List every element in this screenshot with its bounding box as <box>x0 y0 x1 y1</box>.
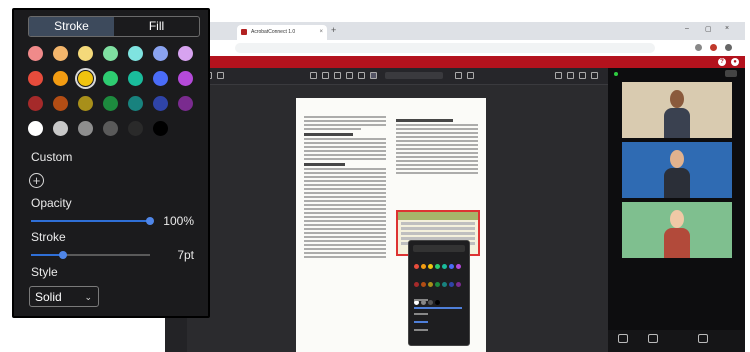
document-toolbar <box>165 68 608 85</box>
stroke-fill-toggle: Stroke Fill <box>28 16 200 37</box>
zoom-select[interactable] <box>385 72 443 79</box>
color-swatch[interactable] <box>78 71 93 86</box>
color-swatch[interactable] <box>28 46 43 61</box>
extension-icon[interactable] <box>710 44 717 51</box>
color-swatch[interactable] <box>53 96 68 111</box>
mic-icon[interactable] <box>618 334 628 343</box>
opacity-fill <box>31 220 150 222</box>
color-swatch[interactable] <box>28 96 43 111</box>
video-tile[interactable] <box>622 202 732 258</box>
color-swatch[interactable] <box>78 121 93 136</box>
tool-icon[interactable] <box>217 72 224 79</box>
color-swatch[interactable] <box>103 96 118 111</box>
opacity-slider[interactable] <box>146 217 154 225</box>
color-swatch[interactable] <box>153 96 168 111</box>
highlight-icon[interactable] <box>370 72 377 79</box>
stroke-width-slider[interactable] <box>59 251 67 259</box>
camera-icon[interactable] <box>648 334 658 343</box>
text-column <box>304 116 386 260</box>
line-icon[interactable] <box>358 72 365 79</box>
color-swatch[interactable] <box>53 121 68 136</box>
browser-window: AcrobatConnect 1.0 × + – ▢ × ← → ↻ ? ● <box>165 22 745 352</box>
plus-circle-icon[interactable]: + <box>29 173 44 188</box>
user-avatar[interactable]: ● <box>731 58 739 66</box>
close-window-icon[interactable]: × <box>725 25 729 32</box>
color-swatch[interactable] <box>178 71 193 86</box>
color-swatch[interactable] <box>153 121 168 136</box>
color-swatch[interactable] <box>128 121 143 136</box>
style-select-value: Solid <box>35 290 62 304</box>
tool-icon[interactable] <box>322 72 329 79</box>
color-swatch[interactable] <box>153 71 168 86</box>
app-header: ? ● <box>165 56 745 68</box>
stroke-label: Stroke <box>31 230 66 244</box>
video-controls <box>608 330 745 352</box>
tab-fill[interactable]: Fill <box>114 17 199 36</box>
style-label: Style <box>31 265 58 279</box>
download-icon[interactable] <box>579 72 586 79</box>
color-swatch[interactable] <box>178 46 193 61</box>
color-swatch[interactable] <box>53 71 68 86</box>
search-icon[interactable] <box>555 72 562 79</box>
mini-color-picker <box>408 240 470 346</box>
video-panel-header <box>608 68 745 80</box>
color-swatch[interactable] <box>103 121 118 136</box>
style-select[interactable]: Solid ⌄ <box>29 286 99 307</box>
favicon-icon <box>241 29 247 35</box>
minimize-icon[interactable]: – <box>685 25 689 32</box>
tab-title: AcrobatConnect 1.0 <box>251 29 296 35</box>
tab-strip: AcrobatConnect 1.0 × + – ▢ × <box>165 22 745 40</box>
fullscreen-icon[interactable] <box>591 72 598 79</box>
tool-icon[interactable] <box>310 72 317 79</box>
new-tab-icon[interactable]: + <box>331 25 336 35</box>
video-tile[interactable] <box>622 142 732 198</box>
video-panel <box>608 68 745 352</box>
maximize-icon[interactable]: ▢ <box>705 25 712 33</box>
tab-stroke[interactable]: Stroke <box>29 17 114 36</box>
color-swatch[interactable] <box>78 96 93 111</box>
video-tile[interactable] <box>622 82 732 138</box>
color-swatch[interactable] <box>103 71 118 86</box>
stroke-fill-picker: Stroke Fill Custom + Opacity 100% Stroke… <box>12 8 210 318</box>
color-swatch[interactable] <box>128 71 143 86</box>
color-swatch[interactable] <box>153 46 168 61</box>
color-swatch[interactable] <box>28 71 43 86</box>
more-icon[interactable] <box>698 334 708 343</box>
stroke-value: 7pt <box>177 248 194 262</box>
url-field[interactable] <box>235 43 655 53</box>
pen-icon[interactable] <box>346 72 353 79</box>
extension-icon[interactable] <box>695 44 702 51</box>
video-panel-button[interactable] <box>725 70 737 77</box>
tab-close-icon[interactable]: × <box>319 25 323 40</box>
color-swatch[interactable] <box>103 46 118 61</box>
color-swatch[interactable] <box>78 46 93 61</box>
undo-icon[interactable] <box>455 72 462 79</box>
tool-icon[interactable] <box>334 72 341 79</box>
browser-tab[interactable]: AcrobatConnect 1.0 × <box>237 25 327 40</box>
chevron-down-icon: ⌄ <box>84 292 92 302</box>
color-swatch[interactable] <box>178 96 193 111</box>
opacity-value: 100% <box>163 214 194 228</box>
address-bar-row: ← → ↻ <box>165 40 745 57</box>
redo-icon[interactable] <box>467 72 474 79</box>
color-swatch[interactable] <box>28 121 43 136</box>
custom-label: Custom <box>31 150 73 164</box>
text-column <box>396 116 478 176</box>
profile-icon[interactable] <box>725 44 732 51</box>
settings-icon[interactable] <box>567 72 574 79</box>
live-indicator-icon <box>614 72 618 76</box>
color-swatch[interactable] <box>53 46 68 61</box>
opacity-label: Opacity <box>31 196 72 210</box>
color-swatch[interactable] <box>128 46 143 61</box>
help-icon[interactable]: ? <box>718 58 726 66</box>
color-swatch[interactable] <box>128 96 143 111</box>
